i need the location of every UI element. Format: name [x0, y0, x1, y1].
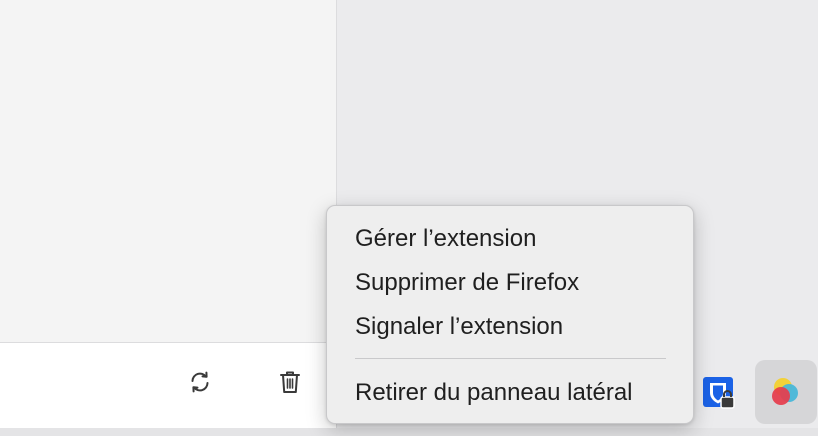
sidebar-extension-shield[interactable] [700, 373, 738, 411]
refresh-button[interactable] [182, 364, 218, 400]
sidebar-extension-colors-selected[interactable] [755, 360, 817, 424]
sidebar-bottom-toolbar [0, 342, 337, 429]
trash-icon [280, 371, 300, 393]
delete-button[interactable] [272, 364, 308, 400]
menu-item-manage-extension[interactable]: Gérer l’extension [355, 219, 536, 259]
menu-separator [355, 358, 666, 359]
menu-item-remove-from-sidebar[interactable]: Retirer du panneau latéral [355, 373, 633, 413]
shield-lock-extension-icon [703, 377, 735, 409]
extension-context-menu: Gérer l’extension Supprimer de Firefox S… [326, 205, 694, 424]
sidebar-content-panel [0, 0, 337, 342]
menu-item-remove-from-firefox[interactable]: Supprimer de Firefox [355, 263, 579, 303]
color-circles-extension-icon [772, 378, 798, 405]
menu-item-report-extension[interactable]: Signaler l’extension [355, 307, 563, 347]
refresh-icon [191, 371, 209, 393]
window-bottom-edge [0, 428, 818, 436]
